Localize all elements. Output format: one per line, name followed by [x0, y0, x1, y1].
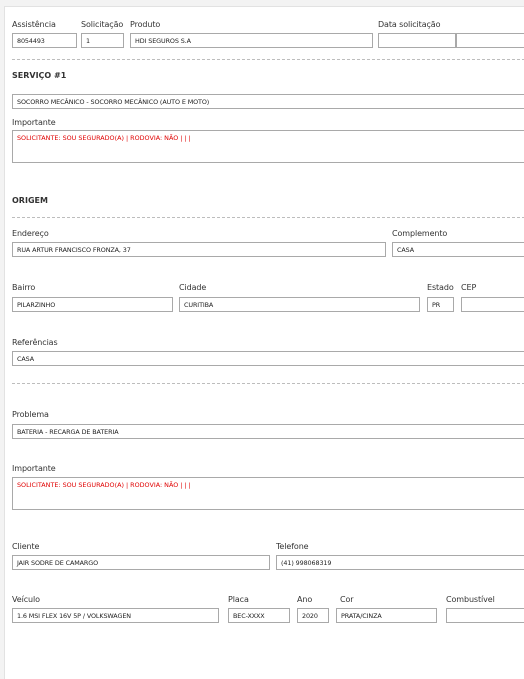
- telefone-label: Telefone: [276, 542, 309, 551]
- servico-importante-text: SOLICITANTE: SOU SEGURADO(A) | RODOVIA: …: [17, 134, 191, 142]
- produto-label: Produto: [130, 20, 161, 29]
- cor-label: Cor: [340, 595, 354, 604]
- divider: [12, 383, 524, 384]
- cidade-label: Cidade: [179, 283, 207, 292]
- placa-field[interactable]: BEC-XXXX: [228, 608, 290, 623]
- divider: [12, 217, 524, 218]
- placa-label: Placa: [228, 595, 249, 604]
- ano-label: Ano: [297, 595, 313, 604]
- cliente-label: Cliente: [12, 542, 40, 551]
- estado-field[interactable]: PR: [427, 297, 454, 312]
- solicitacao-label: Solicitação: [81, 20, 124, 29]
- cor-field[interactable]: PRATA/CINZA: [336, 608, 437, 623]
- servico-field[interactable]: SOCORRO MECÂNICO - SOCORRO MECÂNICO (AUT…: [12, 94, 524, 109]
- bairro-field[interactable]: PILARZINHO: [12, 297, 173, 312]
- complemento-label: Complemento: [392, 229, 448, 238]
- assistencia-label: Assistência: [12, 20, 56, 29]
- hora-solicitacao-field[interactable]: [456, 33, 524, 48]
- bairro-label: Bairro: [12, 283, 36, 292]
- problema-importante-text: SOLICITANTE: SOU SEGURADO(A) | RODOVIA: …: [17, 481, 191, 489]
- telefone-field[interactable]: (41) 998068319: [276, 555, 524, 570]
- solicitacao-field[interactable]: 1: [81, 33, 124, 48]
- produto-field[interactable]: HDI SEGUROS S.A: [130, 33, 373, 48]
- combustivel-label: Combustível: [446, 595, 495, 604]
- cidade-field[interactable]: CURITIBA: [179, 297, 420, 312]
- veiculo-field[interactable]: 1.6 MSI FLEX 16V 5P / VOLKSWAGEN: [12, 608, 219, 623]
- divider: [12, 59, 524, 60]
- combustivel-field[interactable]: [446, 608, 524, 623]
- problema-field[interactable]: BATERIA - RECARGA DE BATERIA: [12, 424, 524, 439]
- servico-importante-textarea[interactable]: SOLICITANTE: SOU SEGURADO(A) | RODOVIA: …: [12, 130, 524, 163]
- complemento-field[interactable]: CASA: [392, 242, 524, 257]
- servico-importante-label: Importante: [12, 118, 56, 127]
- cliente-field[interactable]: JAIR SODRE DE CAMARGO: [12, 555, 270, 570]
- endereco-label: Endereço: [12, 229, 49, 238]
- endereco-field[interactable]: RUA ARTUR FRANCISCO FRONZA, 37: [12, 242, 386, 257]
- estado-label: Estado: [427, 283, 454, 292]
- origem-title: ORIGEM: [12, 196, 48, 205]
- referencias-label: Referências: [12, 338, 58, 347]
- cep-field[interactable]: [461, 297, 524, 312]
- referencias-field[interactable]: CASA: [12, 351, 524, 366]
- data-solicitacao-field[interactable]: [378, 33, 456, 48]
- problema-importante-label: Importante: [12, 464, 56, 473]
- ano-field[interactable]: 2020: [297, 608, 329, 623]
- problema-label: Problema: [12, 410, 49, 419]
- service-request-form: Assistência 8054493 Solicitação 1 Produt…: [4, 6, 524, 679]
- cep-label: CEP: [461, 283, 477, 292]
- data-solicitacao-label: Data solicitação: [378, 20, 441, 29]
- veiculo-label: Veículo: [12, 595, 40, 604]
- servico-title: SERVIÇO #1: [12, 71, 67, 80]
- problema-importante-textarea[interactable]: SOLICITANTE: SOU SEGURADO(A) | RODOVIA: …: [12, 477, 524, 510]
- assistencia-field[interactable]: 8054493: [12, 33, 77, 48]
